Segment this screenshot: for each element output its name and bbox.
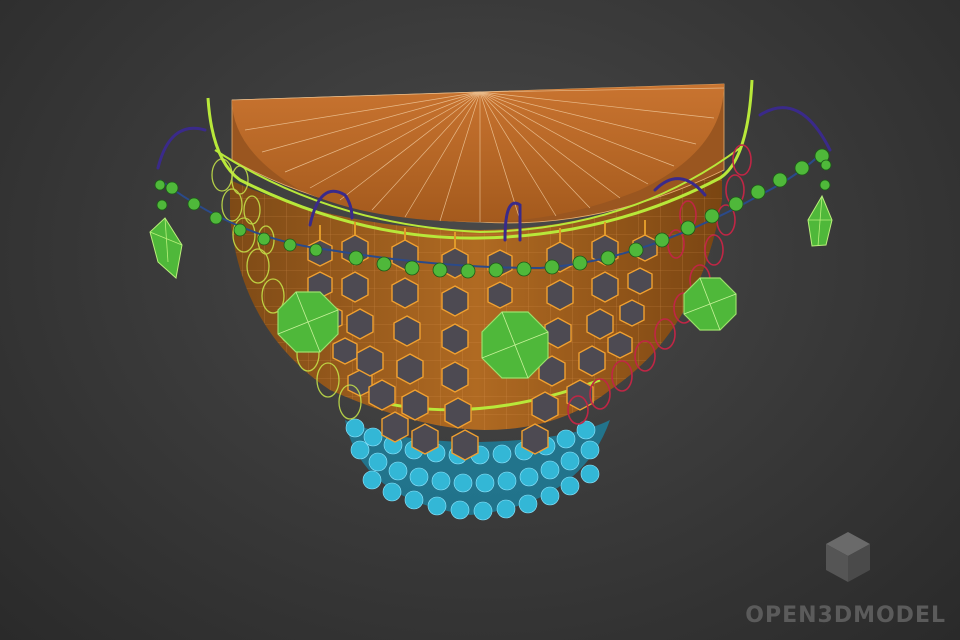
watermark: OPEN3DMODEL [745,530,946,630]
right-drop [807,159,833,247]
watermark-text: OPEN3DMODEL [745,603,946,628]
cube-icon [826,532,870,582]
left-drop [149,179,183,279]
viewport: OPEN3DMODEL [0,0,960,640]
